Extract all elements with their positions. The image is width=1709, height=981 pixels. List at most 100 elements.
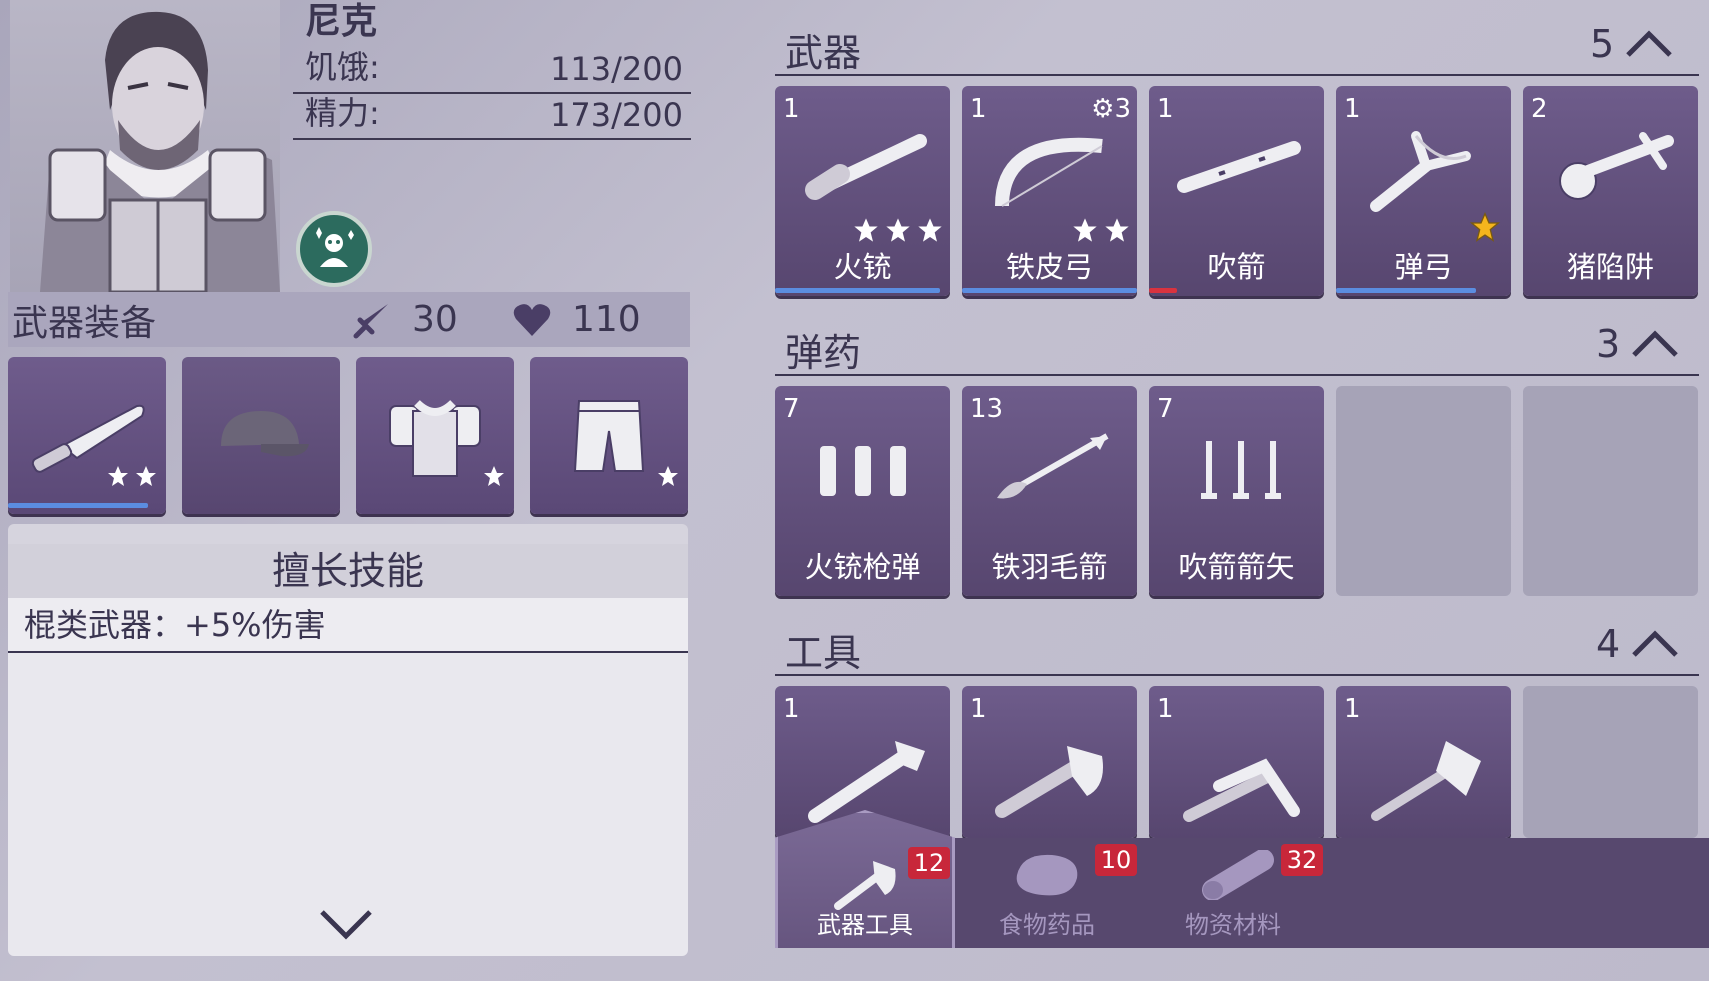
durability-bar (8, 503, 148, 508)
tab-label: 食物药品 (999, 911, 1095, 939)
item-stars (1071, 216, 1131, 244)
tab-badge: 10 (1095, 844, 1137, 876)
tab-supplies-materials[interactable]: 32 物资材料 (1143, 838, 1323, 948)
item-qty: 7 (1157, 394, 1174, 424)
tab-badge: 12 (908, 847, 950, 879)
item-qty: 1 (1157, 694, 1174, 724)
perk-badge-icon[interactable] (296, 211, 372, 287)
equip-slot-weapon[interactable] (8, 357, 166, 514)
section-title-ammo: 弹药 (785, 331, 862, 375)
sword-icon (353, 303, 388, 338)
item-slot-iron-arrow[interactable]: 13 铁羽毛箭 (962, 386, 1137, 596)
item-slot-axe[interactable]: 1 (962, 686, 1137, 838)
equip-slot-body[interactable] (356, 357, 514, 514)
star-icon (854, 218, 878, 242)
section-divider (775, 674, 1699, 676)
equipment-header: 武器装备 30 110 (8, 292, 690, 347)
section-toggle-tools[interactable]: 4 (1596, 622, 1680, 666)
item-qty: 13 (970, 394, 1004, 424)
gold-star-icon (1469, 211, 1501, 242)
item-slot-pig-trap[interactable]: 2 猪陷阱 (1523, 86, 1698, 296)
blowgun-icon (1177, 141, 1301, 193)
durability-bar (1336, 288, 1476, 293)
equip-slot-legs[interactable] (530, 357, 688, 514)
tab-weapons-tools[interactable]: 12 武器工具 (775, 810, 955, 948)
star-icon (1105, 218, 1129, 242)
item-name: 铁羽毛箭 (991, 550, 1108, 584)
item-name: 铁皮弓 (1005, 250, 1093, 284)
attack-value: 30 (412, 299, 458, 340)
item-qty: 1 (1344, 694, 1361, 724)
tab-badge: 32 (1281, 844, 1323, 876)
durability-bar (1149, 288, 1177, 293)
tab-food-medicine[interactable]: 10 食物药品 (957, 838, 1137, 948)
axe-icon (834, 861, 896, 910)
section-divider (775, 374, 1699, 376)
upgrade-level: ⚙3 (1091, 94, 1131, 124)
section-toggle-weapons[interactable]: 5 (1590, 22, 1674, 66)
item-qty: 7 (783, 394, 800, 424)
chevron-up-icon (1626, 30, 1672, 57)
energy-label: 精力: (305, 94, 380, 132)
heart-icon (513, 303, 551, 336)
item-stars (1469, 211, 1501, 243)
bow-icon (995, 137, 1103, 207)
shorts-icon (573, 399, 645, 472)
character-portrait (10, 0, 280, 292)
meat-icon (1016, 854, 1078, 896)
log-icon (1202, 850, 1274, 900)
item-slot-musket-ammo[interactable]: 7 火铳枪弹 (775, 386, 950, 596)
bullets-icon (820, 446, 906, 496)
section-title-weapons: 武器 (785, 31, 862, 75)
gear-icon: ⚙ (1091, 94, 1115, 124)
chevron-down-icon[interactable] (318, 908, 374, 946)
star-icon (1073, 218, 1097, 242)
equipment-title: 武器装备 (12, 302, 157, 344)
hunger-value: 113/200 (550, 50, 683, 88)
star-icon (136, 466, 156, 486)
hammer-icon (1371, 741, 1481, 821)
item-slot-empty (1336, 386, 1511, 596)
equip-slot-head[interactable] (182, 357, 340, 514)
musket-icon (805, 134, 927, 200)
durability-bar (962, 288, 1137, 293)
darts-icon (1201, 441, 1281, 499)
slot-stars (482, 464, 506, 488)
item-slot-musket[interactable]: 1 火铳 (775, 86, 950, 296)
star-icon (484, 466, 504, 486)
item-slot-slingshot[interactable]: 1 弹弓 (1336, 86, 1511, 296)
portrait-image (40, 11, 280, 292)
skills-title: 擅长技能 (8, 544, 688, 598)
item-slot-pickaxe[interactable]: 1 (1149, 686, 1324, 838)
item-slot-blowgun[interactable]: 1 吹箭 (1149, 86, 1324, 296)
section-toggle-ammo[interactable]: 3 (1596, 322, 1680, 366)
skill-item: 棍类武器：+5%伤害 (8, 598, 688, 653)
arrow-icon (997, 433, 1109, 499)
section-count: 3 (1596, 322, 1621, 366)
star-icon (886, 218, 910, 242)
item-qty: 1 (1344, 94, 1361, 124)
item-slot-empty (1523, 386, 1698, 596)
energy-stat: 精力: 173/200 (293, 94, 691, 140)
item-name: 吹箭 (1207, 250, 1266, 284)
item-name: 火铳枪弹 (804, 550, 921, 584)
energy-value: 173/200 (550, 96, 683, 134)
durability-bar (775, 288, 940, 293)
item-qty: 1 (783, 94, 800, 124)
item-qty: 1 (1157, 94, 1174, 124)
tab-label: 武器工具 (817, 911, 913, 939)
armor-vest-icon (389, 399, 481, 477)
cap-icon (221, 410, 309, 456)
skills-panel: 擅长技能 棍类武器：+5%伤害 (8, 524, 688, 956)
item-qty: 1 (970, 94, 987, 124)
item-name: 弹弓 (1394, 250, 1453, 284)
item-slot-iron-bow[interactable]: 1 ⚙3 铁皮弓 (962, 86, 1137, 296)
star-icon (108, 466, 128, 486)
item-slot-hammer[interactable]: 1 (1336, 686, 1511, 838)
tab-label: 物资材料 (1185, 911, 1281, 939)
health-value: 110 (572, 299, 641, 340)
item-qty: 1 (783, 694, 800, 724)
item-slot-blow-dart[interactable]: 7 吹箭箭矢 (1149, 386, 1324, 596)
chevron-up-icon (1632, 330, 1678, 357)
attack-stat: 30 (352, 299, 512, 340)
